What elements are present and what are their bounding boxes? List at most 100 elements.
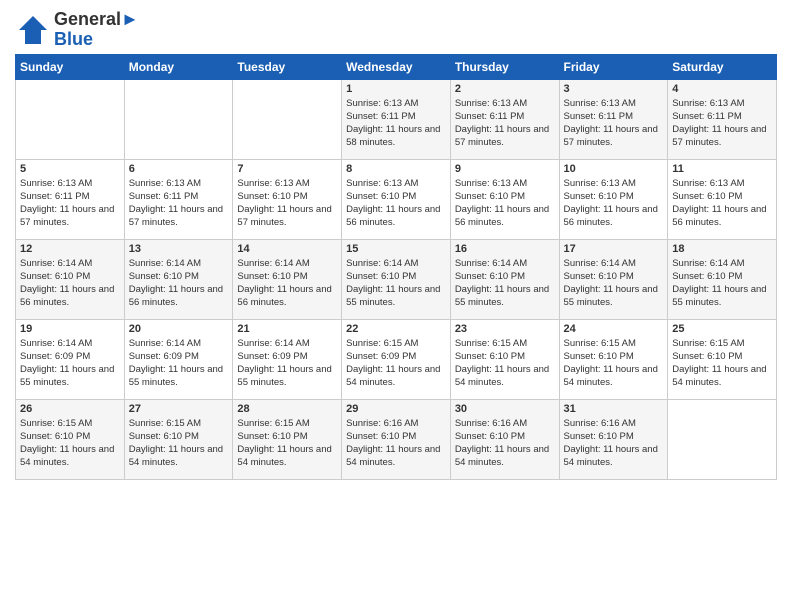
day-number: 22 bbox=[346, 323, 446, 335]
day-cell bbox=[16, 79, 125, 159]
day-cell: 12 Sunrise: 6:14 AMSunset: 6:10 PMDayligh… bbox=[16, 239, 125, 319]
day-number: 19 bbox=[20, 323, 120, 335]
day-cell: 9 Sunrise: 6:13 AMSunset: 6:10 PMDaylight… bbox=[450, 159, 559, 239]
day-info: Sunrise: 6:14 AMSunset: 6:10 PMDaylight:… bbox=[564, 257, 664, 310]
day-cell: 5 Sunrise: 6:13 AMSunset: 6:11 PMDaylight… bbox=[16, 159, 125, 239]
day-number: 10 bbox=[564, 163, 664, 175]
day-number: 9 bbox=[455, 163, 555, 175]
day-number: 7 bbox=[237, 163, 337, 175]
day-info: Sunrise: 6:13 AMSunset: 6:10 PMDaylight:… bbox=[455, 177, 555, 230]
day-number: 14 bbox=[237, 243, 337, 255]
day-info: Sunrise: 6:13 AMSunset: 6:10 PMDaylight:… bbox=[672, 177, 772, 230]
day-cell: 20 Sunrise: 6:14 AMSunset: 6:09 PMDayligh… bbox=[124, 319, 233, 399]
day-info: Sunrise: 6:13 AMSunset: 6:11 PMDaylight:… bbox=[346, 97, 446, 150]
day-info: Sunrise: 6:13 AMSunset: 6:11 PMDaylight:… bbox=[20, 177, 120, 230]
col-header-monday: Monday bbox=[124, 54, 233, 79]
day-cell: 15 Sunrise: 6:14 AMSunset: 6:10 PMDayligh… bbox=[342, 239, 451, 319]
day-cell: 17 Sunrise: 6:14 AMSunset: 6:10 PMDayligh… bbox=[559, 239, 668, 319]
day-info: Sunrise: 6:14 AMSunset: 6:10 PMDaylight:… bbox=[129, 257, 229, 310]
day-info: Sunrise: 6:14 AMSunset: 6:09 PMDaylight:… bbox=[20, 337, 120, 390]
day-cell: 28 Sunrise: 6:15 AMSunset: 6:10 PMDayligh… bbox=[233, 399, 342, 479]
day-number: 17 bbox=[564, 243, 664, 255]
day-number: 13 bbox=[129, 243, 229, 255]
day-cell: 23 Sunrise: 6:15 AMSunset: 6:10 PMDayligh… bbox=[450, 319, 559, 399]
day-info: Sunrise: 6:14 AMSunset: 6:10 PMDaylight:… bbox=[346, 257, 446, 310]
day-cell: 4 Sunrise: 6:13 AMSunset: 6:11 PMDaylight… bbox=[668, 79, 777, 159]
day-cell: 26Sunrise: 6:15 AMSunset: 6:10 PMDayligh… bbox=[16, 399, 125, 479]
day-number: 11 bbox=[672, 163, 772, 175]
day-cell: 14 Sunrise: 6:14 AMSunset: 6:10 PMDayligh… bbox=[233, 239, 342, 319]
logo-text: General► Blue bbox=[54, 10, 139, 50]
logo-icon bbox=[15, 12, 51, 48]
week-row-3: 12 Sunrise: 6:14 AMSunset: 6:10 PMDayligh… bbox=[16, 239, 777, 319]
day-cell bbox=[124, 79, 233, 159]
day-cell: 19 Sunrise: 6:14 AMSunset: 6:09 PMDayligh… bbox=[16, 319, 125, 399]
day-number: 24 bbox=[564, 323, 664, 335]
day-info: Sunrise: 6:15 AMSunset: 6:10 PMDaylight:… bbox=[129, 417, 229, 470]
week-row-2: 5 Sunrise: 6:13 AMSunset: 6:11 PMDaylight… bbox=[16, 159, 777, 239]
day-info: Sunrise: 6:14 AMSunset: 6:09 PMDaylight:… bbox=[129, 337, 229, 390]
logo: General► Blue bbox=[15, 10, 139, 50]
calendar-table: SundayMondayTuesdayWednesdayThursdayFrid… bbox=[15, 54, 777, 480]
day-number: 12 bbox=[20, 243, 120, 255]
day-cell: 8 Sunrise: 6:13 AMSunset: 6:10 PMDaylight… bbox=[342, 159, 451, 239]
day-info: Sunrise: 6:14 AMSunset: 6:10 PMDaylight:… bbox=[20, 257, 120, 310]
day-info: Sunrise: 6:14 AMSunset: 6:10 PMDaylight:… bbox=[237, 257, 337, 310]
logo-blue: Blue bbox=[54, 29, 93, 49]
day-info: Sunrise: 6:15 AMSunset: 6:09 PMDaylight:… bbox=[346, 337, 446, 390]
header: General► Blue bbox=[15, 10, 777, 50]
day-cell: 25Sunrise: 6:15 AMSunset: 6:10 PMDayligh… bbox=[668, 319, 777, 399]
calendar-header-row: SundayMondayTuesdayWednesdayThursdayFrid… bbox=[16, 54, 777, 79]
day-info: Sunrise: 6:15 AMSunset: 6:10 PMDaylight:… bbox=[237, 417, 337, 470]
day-info: Sunrise: 6:15 AMSunset: 6:10 PMDaylight:… bbox=[455, 337, 555, 390]
day-info: Sunrise: 6:13 AMSunset: 6:10 PMDaylight:… bbox=[346, 177, 446, 230]
day-info: Sunrise: 6:13 AMSunset: 6:10 PMDaylight:… bbox=[237, 177, 337, 230]
col-header-sunday: Sunday bbox=[16, 54, 125, 79]
day-info: Sunrise: 6:13 AMSunset: 6:11 PMDaylight:… bbox=[455, 97, 555, 150]
day-info: Sunrise: 6:16 AMSunset: 6:10 PMDaylight:… bbox=[564, 417, 664, 470]
day-info: Sunrise: 6:13 AMSunset: 6:10 PMDaylight:… bbox=[564, 177, 664, 230]
day-cell: 11 Sunrise: 6:13 AMSunset: 6:10 PMDayligh… bbox=[668, 159, 777, 239]
col-header-saturday: Saturday bbox=[668, 54, 777, 79]
day-number: 3 bbox=[564, 83, 664, 95]
day-number: 23 bbox=[455, 323, 555, 335]
day-info: Sunrise: 6:14 AMSunset: 6:09 PMDaylight:… bbox=[237, 337, 337, 390]
day-number: 20 bbox=[129, 323, 229, 335]
day-cell: 7 Sunrise: 6:13 AMSunset: 6:10 PMDaylight… bbox=[233, 159, 342, 239]
day-info: Sunrise: 6:16 AMSunset: 6:10 PMDaylight:… bbox=[346, 417, 446, 470]
day-number: 15 bbox=[346, 243, 446, 255]
day-cell: 29 Sunrise: 6:16 AMSunset: 6:10 PMDayligh… bbox=[342, 399, 451, 479]
col-header-thursday: Thursday bbox=[450, 54, 559, 79]
col-header-friday: Friday bbox=[559, 54, 668, 79]
day-cell: 30Sunrise: 6:16 AMSunset: 6:10 PMDayligh… bbox=[450, 399, 559, 479]
day-number: 4 bbox=[672, 83, 772, 95]
day-info: Sunrise: 6:13 AMSunset: 6:11 PMDaylight:… bbox=[129, 177, 229, 230]
day-info: Sunrise: 6:13 AMSunset: 6:11 PMDaylight:… bbox=[564, 97, 664, 150]
day-cell: 31Sunrise: 6:16 AMSunset: 6:10 PMDayligh… bbox=[559, 399, 668, 479]
day-number: 27 bbox=[129, 403, 229, 415]
day-number: 26 bbox=[20, 403, 120, 415]
day-number: 5 bbox=[20, 163, 120, 175]
day-cell: 27 Sunrise: 6:15 AMSunset: 6:10 PMDayligh… bbox=[124, 399, 233, 479]
day-cell: 13 Sunrise: 6:14 AMSunset: 6:10 PMDayligh… bbox=[124, 239, 233, 319]
day-number: 18 bbox=[672, 243, 772, 255]
day-info: Sunrise: 6:13 AMSunset: 6:11 PMDaylight:… bbox=[672, 97, 772, 150]
day-cell bbox=[233, 79, 342, 159]
week-row-4: 19 Sunrise: 6:14 AMSunset: 6:09 PMDayligh… bbox=[16, 319, 777, 399]
day-number: 30 bbox=[455, 403, 555, 415]
day-info: Sunrise: 6:14 AMSunset: 6:10 PMDaylight:… bbox=[672, 257, 772, 310]
day-info: Sunrise: 6:14 AMSunset: 6:10 PMDaylight:… bbox=[455, 257, 555, 310]
day-cell: 24Sunrise: 6:15 AMSunset: 6:10 PMDayligh… bbox=[559, 319, 668, 399]
day-number: 1 bbox=[346, 83, 446, 95]
day-number: 2 bbox=[455, 83, 555, 95]
day-number: 8 bbox=[346, 163, 446, 175]
day-number: 28 bbox=[237, 403, 337, 415]
day-number: 16 bbox=[455, 243, 555, 255]
day-cell: 6Sunrise: 6:13 AMSunset: 6:11 PMDaylight… bbox=[124, 159, 233, 239]
week-row-1: 1 Sunrise: 6:13 AMSunset: 6:11 PMDaylight… bbox=[16, 79, 777, 159]
day-number: 29 bbox=[346, 403, 446, 415]
col-header-wednesday: Wednesday bbox=[342, 54, 451, 79]
day-number: 25 bbox=[672, 323, 772, 335]
day-cell: 3 Sunrise: 6:13 AMSunset: 6:11 PMDaylight… bbox=[559, 79, 668, 159]
day-cell bbox=[668, 399, 777, 479]
